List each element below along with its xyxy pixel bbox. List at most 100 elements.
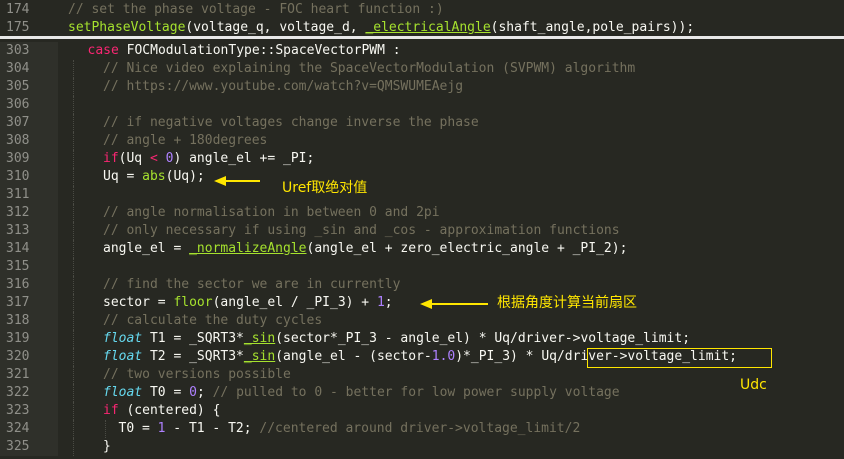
line-number: 319 [6,331,30,346]
token-pl: ; [196,385,213,400]
token-cm: // only necessary if using _sin and _cos… [103,223,620,238]
indent-guide [73,366,75,384]
line-number: 317 [6,295,30,310]
code-text: float T1 = _SQRT3*_sin(sector*_PI_3 - an… [103,330,690,348]
code-text: float T0 = 0; // pulled to 0 - better fo… [103,384,620,402]
line-number: 325 [6,439,30,454]
code-text: case FOCModulationType::SpaceVectorPWM : [88,42,401,60]
code-text: // angle normalisation in between 0 and … [103,204,440,222]
indent-guide [105,420,107,438]
code-line: 316 // find the sector we are in currentl… [0,276,844,294]
code-line: 312 // angle normalisation in between 0 a… [0,204,844,222]
line-number: 315 [6,259,30,274]
code-text: // only necessary if using _sin and _cos… [103,222,620,240]
token-type: float [103,331,143,346]
token-pl: sector = [103,295,174,310]
line-number: 316 [6,277,30,292]
code-line: 322 float T0 = 0; // pulled to 0 - better… [0,384,844,402]
token-pl: (voltage_q, voltage_d, [185,20,366,35]
line-number: 304 [6,61,30,76]
token-pl: (Uq [118,151,150,166]
line-number: 313 [6,223,30,238]
indent-guide [73,294,75,312]
token-cm: //centered around driver->voltage_limit/… [259,421,581,436]
token-cm: // if negative voltages change inverse t… [103,115,479,130]
code-line: 324 T0 = 1 - T1 - T2; //centered around d… [0,420,844,438]
code-line: 307 // if negative voltages change invers… [0,114,844,132]
code-line: 323 if (centered) { [0,402,844,420]
code-line: 174 // set the phase voltage - FOC heart … [0,1,844,19]
token-cm: // two versions possible [103,367,291,382]
line-number: 324 [6,421,30,436]
token-ulfn: _normalizeAngle [189,241,307,256]
line-number: 320 [6,349,30,364]
token-pl: T1 = _SQRT3* [142,331,244,346]
token-ulfn: _electricalAngle [365,20,491,35]
token-num: 1 [376,295,385,310]
token-pl: T0 = [118,421,158,436]
token-fn: setPhaseVoltage [68,20,186,35]
token-num: 1.0 [431,349,456,364]
token-ulfn: _sin [243,349,276,364]
line-number: 314 [6,241,30,256]
token-pl: Uq = [103,169,143,184]
indent-guide [73,438,75,456]
code-line: 325} [0,438,844,456]
code-text: // find the sector we are in currently [103,276,400,294]
pane-separator [0,36,844,39]
token-pl: - T1 - T2; [165,421,260,436]
code-line: 304 // Nice video explaining the SpaceVec… [0,60,844,78]
line-number: 318 [6,313,30,328]
code-text: T0 = 1 - T1 - T2; //centered around driv… [119,420,581,438]
line-number: 306 [6,97,30,112]
token-pl: (centered) { [118,403,221,418]
code-line: 321 // two versions possible [0,366,844,384]
code-line: 313 // only necessary if using _sin and _… [0,222,844,240]
token-cm: // calculate the duty cycles [103,313,323,328]
token-pl: (angle_el + zero_electric_angle + _PI_2)… [306,241,628,256]
token-pl: (sector*_PI_3 - angle_el) * Uq/driver->v… [275,331,691,346]
code-text: // Nice video explaining the SpaceVector… [103,60,635,78]
line-number: 175 [6,20,30,35]
token-pl: angle_el = [103,241,190,256]
line-number: 323 [6,403,30,418]
token-kw: if [103,151,119,166]
indent-guide [73,132,75,150]
line-number: 310 [6,169,30,184]
line-number: 174 [6,2,30,17]
indent-guide [73,312,75,330]
token-cm: // pulled to 0 - better for low power su… [212,385,620,400]
arrow-to-line-317 [420,299,488,309]
code-text: setPhaseVoltage(voltage_q, voltage_d, _e… [68,19,694,37]
token-num: 0 [189,385,197,400]
line-number: 307 [6,115,30,130]
indent-guide [73,150,75,168]
line-number: 309 [6,151,30,166]
code-line: 309 if(Uq < 0) angle_el += _PI; [0,150,844,168]
token-ulfn: _sin [243,331,276,346]
token-pl: ; [384,295,393,310]
code-text: angle_el = _normalizeAngle(angle_el + ze… [103,240,627,258]
token-kw: case [87,43,119,58]
indent-guide [73,348,75,366]
token-pl: T2 = _SQRT3* [142,349,244,364]
indent-guide [73,204,75,222]
annotation-uref: Uref取绝对值 [282,180,368,196]
token-fn: floor [173,295,213,310]
token-cm: // angle normalisation in between 0 and … [103,205,440,220]
code-line: 314 angle_el = _normalizeAngle(angle_el +… [0,240,844,258]
indent-guide [73,276,75,294]
indent-guide [73,114,75,132]
annotation-sector: 根据角度计算当前扇区 [497,295,637,311]
token-type: float [103,385,143,400]
token-kw: < [149,151,158,166]
token-pl: (angle_el / _PI_3) + [212,295,377,310]
indent-guide [73,420,75,438]
code-line: 306 [0,96,844,114]
indent-guide [73,60,75,78]
token-cm: // angle + 180degrees [103,133,268,148]
token-type: float [103,349,143,364]
indent-guide [73,222,75,240]
code-text: // calculate the duty cycles [103,312,322,330]
